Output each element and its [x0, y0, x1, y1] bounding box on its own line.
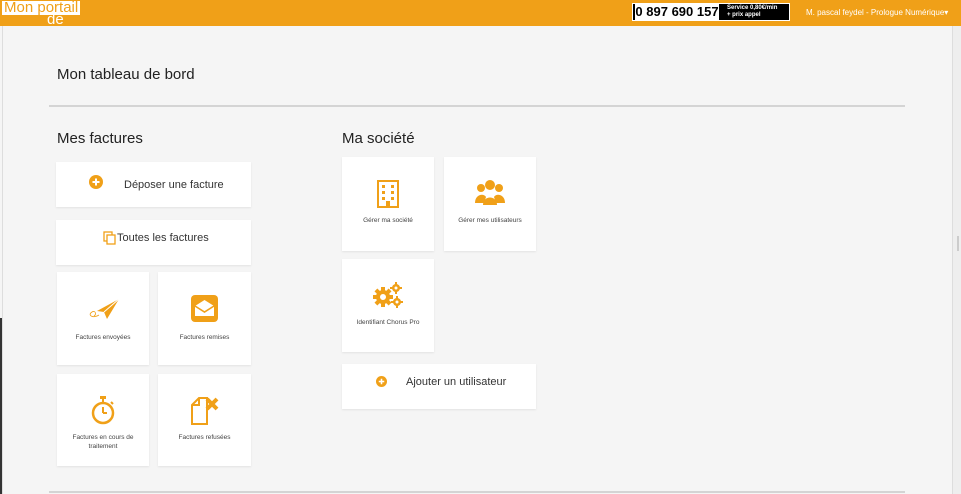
chorus-id-label: Identifiant Chorus Pro — [356, 319, 420, 326]
page-title: Mon tableau de bord — [57, 66, 195, 83]
manage-company-tile[interactable]: Gérer ma société — [342, 157, 434, 251]
chorus-id-tile[interactable]: Identifiant Chorus Pro — [342, 259, 434, 352]
paper-plane-icon — [89, 298, 120, 319]
manage-users-tile[interactable]: Gérer mes utilisateurs — [444, 157, 536, 251]
upload-invoice-label: Déposer une facture — [124, 179, 224, 191]
phone-number: 0 897 690 157 — [635, 4, 719, 20]
title-divider — [49, 105, 905, 107]
scrollbar[interactable] — [953, 26, 961, 494]
copy-icon — [103, 231, 116, 245]
add-user-label: Ajouter un utilisateur — [406, 376, 507, 388]
phone-service-info: Service 0,80€/min + prix appel — [727, 5, 777, 19]
plus-circle-icon — [89, 175, 103, 189]
scrollbar-thumb[interactable] — [957, 236, 959, 251]
upload-invoice-button[interactable]: Déposer une facture — [56, 162, 251, 207]
phone-service-extra: + prix appel — [727, 12, 761, 18]
delivered-invoices-tile[interactable]: Factures remises — [158, 272, 251, 365]
phone-banner: 0 897 690 157 Service 0,80€/min + prix a… — [632, 3, 790, 21]
gears-icon — [373, 282, 403, 308]
sent-invoices-tile[interactable]: Factures envoyées — [57, 272, 149, 365]
sent-invoices-label: Factures envoyées — [75, 334, 131, 341]
envelope-icon — [191, 295, 218, 322]
user-menu[interactable]: M. pascal feydel - Prologue Numérique▾ — [806, 7, 948, 19]
manage-company-label: Gérer ma société — [363, 217, 413, 224]
bottom-divider — [49, 491, 905, 493]
add-user-button[interactable]: Ajouter un utilisateur — [342, 364, 536, 409]
manage-users-label: Gérer mes utilisateurs — [458, 217, 522, 224]
stopwatch-icon — [91, 396, 115, 425]
refused-invoices-tile[interactable]: Factures refusées — [158, 374, 251, 466]
app-logo[interactable]: Mon portail de doc — [2, 0, 86, 40]
delivered-invoices-label: Factures remises — [179, 334, 230, 341]
refused-invoices-label: Factures refusées — [178, 434, 231, 441]
processing-invoices-label: Factures en cours de traitement — [72, 434, 134, 450]
processing-invoices-tile[interactable]: Factures en cours de traitement — [57, 374, 149, 466]
window-edge — [0, 318, 2, 494]
users-icon — [475, 180, 505, 205]
plus-circle-icon — [376, 376, 387, 387]
file-cross-icon — [191, 397, 219, 425]
phone-service-rate: Service 0,80€/min — [727, 5, 778, 11]
building-icon — [377, 180, 399, 208]
all-invoices-button[interactable]: Toutes les factures — [56, 220, 251, 265]
company-section-title: Ma société — [342, 130, 415, 147]
all-invoices-label: Toutes les factures — [117, 232, 209, 244]
invoices-section-title: Mes factures — [57, 130, 143, 147]
